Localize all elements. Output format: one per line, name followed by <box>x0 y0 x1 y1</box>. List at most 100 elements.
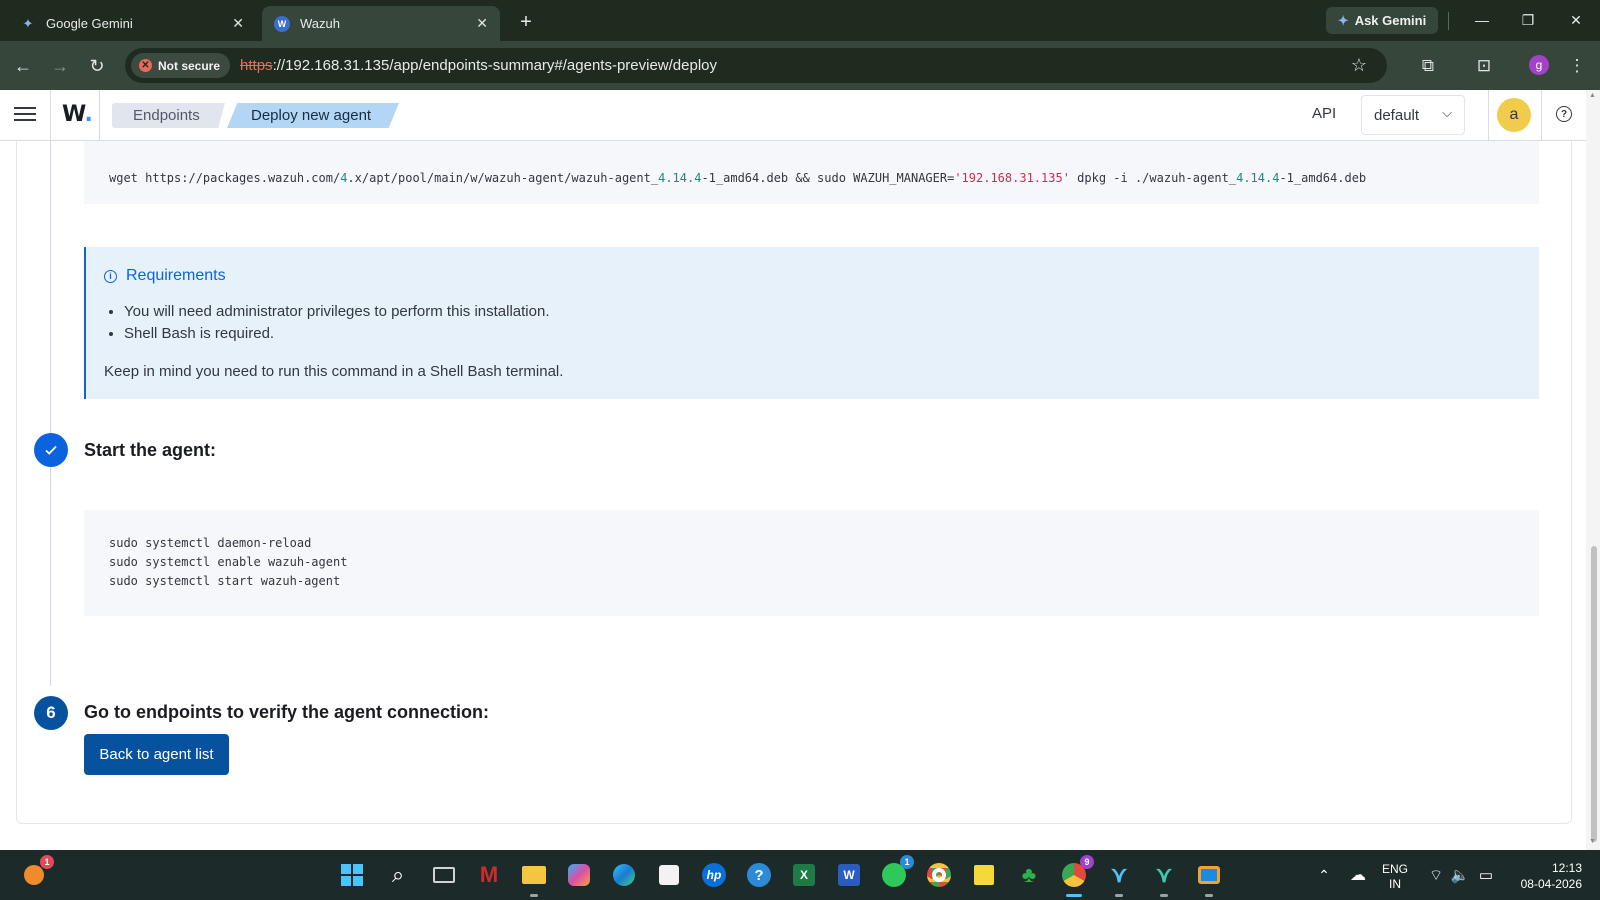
language-line: IN <box>1389 877 1401 891</box>
language-indicator[interactable]: ENG IN <box>1382 862 1408 892</box>
close-icon[interactable]: ✕ <box>476 15 488 32</box>
scrollbar-thumb[interactable] <box>1591 546 1597 842</box>
microsoft-store-icon[interactable] <box>653 859 685 891</box>
tab-wazuh[interactable]: W Wazuh ✕ <box>262 6 500 41</box>
code-line: sudo systemctl enable wazuh-agent <box>109 555 348 569</box>
requirements-callout: i Requirements You will need administrat… <box>84 247 1539 399</box>
cmd-part: 4.14.4 <box>1236 171 1280 185</box>
minimize-button[interactable]: — <box>1462 6 1502 34</box>
ask-gemini-button[interactable]: ✦ Ask Gemini <box>1326 7 1438 34</box>
get-help-icon[interactable]: ? <box>743 859 775 891</box>
chevron-up-icon[interactable]: ⌃ <box>1308 859 1340 891</box>
user-avatar[interactable]: a <box>1497 98 1531 132</box>
language-line: ENG <box>1382 862 1409 876</box>
whatsapp-icon[interactable]: 1 <box>878 855 914 891</box>
api-label: API <box>1312 105 1337 122</box>
site-security-chip[interactable]: ✕ Not secure <box>131 53 231 78</box>
remote-desktop-icon[interactable] <box>1193 859 1225 897</box>
word-icon[interactable]: W <box>833 859 865 891</box>
divider <box>1448 12 1449 30</box>
browser-tab-strip: ✦ Google Gemini ✕ W Wazuh ✕ + ✦ Ask Gemi… <box>0 0 1600 41</box>
excel-icon[interactable]: X <box>788 859 820 891</box>
reload-button[interactable]: ↻ <box>82 51 112 81</box>
api-selector[interactable]: default ⌵ <box>1361 95 1465 135</box>
notification-badge: 1 <box>40 855 54 869</box>
cmd-part: .x/apt/pool/main/w/wazuh-agent/wazuh-age… <box>347 171 659 185</box>
wazuh-icon: W <box>274 15 290 32</box>
battery-icon[interactable]: ▭ <box>1470 859 1502 891</box>
step-number-badge: 6 <box>34 696 68 730</box>
extensions-icon[interactable]: ⧉ <box>1415 53 1441 79</box>
windows-start-icon[interactable] <box>336 859 368 891</box>
close-icon[interactable]: ✕ <box>232 15 244 32</box>
not-secure-label: Not secure <box>158 58 221 73</box>
edge-icon[interactable] <box>608 859 640 891</box>
step-title-verify-connection: Go to endpoints to verify the agent conn… <box>84 702 490 722</box>
windows-taskbar: 1 ⌕ M hp ? X W 1 ♣ 9 ⋎ ⋎ ⌃ ☁ ENG IN ⌔ 🔈 … <box>0 850 1600 900</box>
info-icon: i <box>104 269 117 283</box>
wazuh-logo[interactable]: W. <box>62 102 93 127</box>
browser-toolbar: ← → ↻ ✕ Not secure https://192.168.31.13… <box>0 41 1600 90</box>
start-commands-block[interactable]: sudo systemctl daemon-reload sudo system… <box>84 510 1539 616</box>
address-bar[interactable]: ✕ Not secure https://192.168.31.135/app/… <box>125 48 1387 83</box>
divider <box>50 90 51 141</box>
chevron-down-icon: ⌵ <box>1442 105 1452 120</box>
notification-center-icon[interactable]: 1 <box>18 855 54 891</box>
copilot-icon[interactable] <box>563 859 595 891</box>
cmd-part: 4.14.4 <box>658 171 702 185</box>
requirements-title: Requirements <box>126 267 226 284</box>
clock-date: 08-04-2026 <box>1520 877 1582 891</box>
sticky-notes-icon[interactable] <box>968 859 1000 891</box>
tab-label: Wazuh <box>300 16 340 31</box>
tab-google-gemini[interactable]: ✦ Google Gemini ✕ <box>8 6 256 41</box>
task-view-icon[interactable] <box>428 859 460 891</box>
divider <box>1541 90 1542 141</box>
chrome-icon[interactable] <box>923 859 955 891</box>
forward-button[interactable]: → <box>45 51 75 81</box>
back-button[interactable]: ← <box>8 51 38 81</box>
step-title-start-agent: Start the agent: <box>84 440 217 460</box>
menu-kebab-icon[interactable]: ⋮ <box>1564 53 1590 79</box>
search-icon[interactable]: ⌕ <box>382 859 414 891</box>
gemini-icon: ✦ <box>1337 12 1349 28</box>
gemini-icon: ✦ <box>22 15 34 31</box>
divider <box>99 90 100 141</box>
cmd-part: -1_amd64.deb && sudo WAZUH_MANAGER= <box>701 171 955 185</box>
warning-icon: ✕ <box>139 59 152 72</box>
close-window-button[interactable]: ✕ <box>1556 6 1596 34</box>
vscode-icon[interactable]: ⋎ <box>1103 859 1135 897</box>
divider <box>1488 90 1489 141</box>
help-icon[interactable]: ? <box>1556 106 1572 122</box>
whatsapp-badge: 1 <box>900 855 914 869</box>
bookmark-star-icon[interactable]: ☆ <box>1351 55 1367 76</box>
hamburger-menu-icon[interactable] <box>14 103 36 125</box>
onedrive-icon[interactable]: ☁ <box>1342 859 1374 891</box>
hp-icon[interactable]: hp <box>698 859 730 891</box>
ask-gemini-label: Ask Gemini <box>1354 13 1427 28</box>
mcafee-icon[interactable]: M <box>473 859 505 891</box>
vscode-insiders-icon[interactable]: ⋎ <box>1148 859 1180 897</box>
new-tab-button[interactable]: + <box>512 8 540 36</box>
list-item: Shell Bash is required. <box>124 323 550 345</box>
file-explorer-icon[interactable] <box>518 859 550 897</box>
profile-avatar[interactable]: g <box>1529 55 1549 75</box>
app-header: W. Endpoints Deploy new agent API defaul… <box>0 90 1586 141</box>
breadcrumb-endpoints[interactable]: Endpoints <box>112 103 225 128</box>
back-to-agent-list-button[interactable]: Back to agent list <box>84 734 229 775</box>
install-command-block[interactable]: wget https://packages.wazuh.com/4.x/apt/… <box>84 141 1539 204</box>
url-protocol: https <box>240 57 273 74</box>
tab-label: Google Gemini <box>46 16 133 31</box>
tab-search-icon[interactable]: ⊡ <box>1471 53 1497 79</box>
tree-app-icon[interactable]: ♣ <box>1013 859 1045 891</box>
clock-time: 12:13 <box>1551 861 1582 875</box>
clock[interactable]: 12:13 08-04-2026 <box>1510 860 1582 892</box>
cmd-part: -1_amd64.deb <box>1279 171 1367 185</box>
scroll-up-arrow-icon[interactable]: ▲ <box>1589 92 1596 99</box>
cmd-part: '192.168.31.135' <box>954 171 1070 185</box>
callout-title: i Requirements <box>104 267 226 285</box>
chrome-profile-icon[interactable]: 9 <box>1058 855 1094 897</box>
requirements-note: Keep in mind you need to run this comman… <box>104 363 564 380</box>
scroll-down-arrow-icon[interactable]: ▼ <box>1589 838 1596 845</box>
restore-button[interactable]: ❐ <box>1508 6 1548 34</box>
url-text[interactable]: https://192.168.31.135/app/endpoints-sum… <box>240 57 717 74</box>
